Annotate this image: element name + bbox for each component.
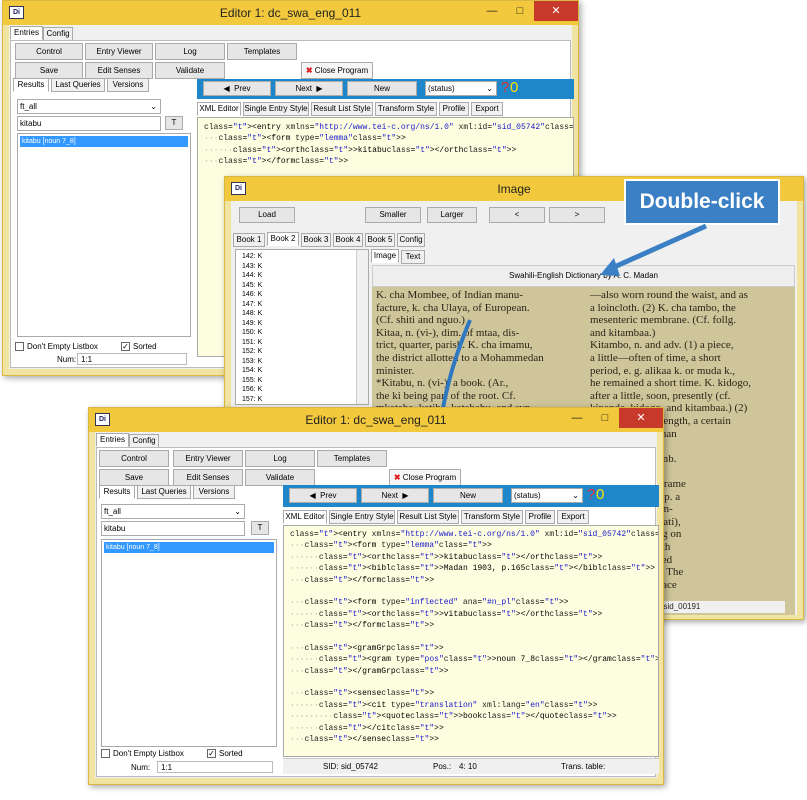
nav-bar: ◀ Prev Next ▶ New (status) ⌄ ? 0 [283,485,659,507]
control-button[interactable]: Control [99,450,169,467]
tab-result-list-style[interactable]: Result List Style [397,510,459,524]
xml-line[interactable] [290,632,658,643]
maximize-icon[interactable]: □ [591,408,619,428]
xml-line[interactable]: ······class="t"></citclass="t">> [290,723,658,734]
xml-line[interactable]: ······class="t"><orthclass="t">>vitabucl… [290,609,658,620]
xml-line[interactable]: ······class="t"><cit type="translation" … [290,700,658,711]
tab-last-queries[interactable]: Last Queries [137,485,191,499]
pos-value: 4: 10 [459,762,477,771]
close-program-button[interactable]: ✖ Close Program [389,469,461,486]
xml-line[interactable] [290,586,658,597]
filter-select[interactable]: ft_all ⌄ [101,504,245,519]
entry-viewer-button[interactable]: Entry Viewer [173,450,243,467]
save-button[interactable]: Save [99,469,169,486]
xml-editor[interactable]: class="t"><entry xmlns="http://www.tei-c… [283,525,659,757]
minimize-icon[interactable]: — [563,408,591,428]
prev-button[interactable]: ◀ Prev [289,488,357,503]
xml-line[interactable]: ···class="t"><form type="inflected" ana=… [290,597,658,608]
pos-label: Pos.: [433,762,452,771]
close-program-label: Close Program [402,473,457,482]
count-badge: 0 [596,486,605,503]
title-bar[interactable]: Di Editor 1: dc_swa_eng_011 — □ ✕ [89,408,663,432]
next-button[interactable]: Next ▶ [361,488,429,503]
tab-config[interactable]: Config [129,434,159,448]
xml-line[interactable]: ······class="t"><biblclass="t">>Madan 19… [290,563,658,574]
xml-line[interactable]: ······class="t"><orthclass="t">>kitabucl… [290,552,658,563]
xml-line[interactable]: ···class="t"><gramGrpclass="t">> [290,643,658,654]
status-select[interactable]: (status) ⌄ [511,488,583,503]
xml-line[interactable]: ···class="t"><form type="lemma"class="t"… [290,540,658,551]
help-icon[interactable]: ? [587,486,595,503]
trans-table-label: Trans. table: [561,762,606,771]
sid-value: sid_05742 [341,762,378,771]
status-bar: SID: sid_05742 Pos.: 4: 10 Trans. table: [283,758,659,774]
results-list[interactable]: kitabu [noun 7_8] [101,539,277,747]
close-icon[interactable]: ✕ [619,408,663,428]
tab-versions[interactable]: Versions [193,485,235,499]
xml-line[interactable]: ·········class="t"><quoteclass="t">>book… [290,711,658,722]
validate-button[interactable]: Validate [245,469,315,486]
sorted-checkbox[interactable]: ✓ Sorted [207,749,243,758]
xml-line[interactable]: ···class="t"><senseclass="t">> [290,688,658,699]
tab-export[interactable]: Export [557,510,589,524]
search-input[interactable]: kitabu [101,521,245,536]
callout-arrow [610,223,708,271]
tab-profile[interactable]: Profile [525,510,555,524]
editor-window-2: Di Editor 1: dc_swa_eng_011 — □ ✕ Entrie… [88,407,664,785]
log-button[interactable]: Log [245,450,315,467]
xml-line[interactable]: ···class="t"></formclass="t">> [290,575,658,586]
sid-label: SID: [323,762,339,771]
tab-xml-editor[interactable]: XML Editor [283,510,327,524]
xml-line[interactable] [290,677,658,688]
list-item[interactable]: kitabu [noun 7_8] [104,542,274,553]
xml-line[interactable]: ······class="t"><gram type="pos"class="t… [290,654,658,665]
tab-transform-style[interactable]: Transform Style [461,510,523,524]
num-value: 1:1 [157,761,273,773]
tab-single-entry-style[interactable]: Single Entry Style [329,510,395,524]
xml-line[interactable]: ···class="t"></formclass="t">> [290,620,658,631]
new-button[interactable]: New [433,488,503,503]
edit-senses-button[interactable]: Edit Senses [173,469,243,486]
dont-empty-checkbox[interactable]: Don't Empty Listbox [101,749,184,758]
search-button[interactable]: T [251,521,269,535]
xml-line[interactable]: class="t"><entry xmlns="http://www.tei-c… [290,529,658,540]
xml-line[interactable]: ···class="t"></gramGrpclass="t">> [290,666,658,677]
tab-results[interactable]: Results [99,485,135,499]
callout-arrowhead [600,258,620,276]
chevron-down-icon: ⌄ [572,491,579,500]
tab-entries[interactable]: Entries [96,433,129,447]
chevron-down-icon: ⌄ [234,507,241,516]
close-program-icon: ✖ [393,473,401,482]
templates-button[interactable]: Templates [317,450,387,467]
num-label: Num: [131,763,151,772]
xml-line[interactable]: ···class="t"></senseclass="t">> [290,734,658,745]
